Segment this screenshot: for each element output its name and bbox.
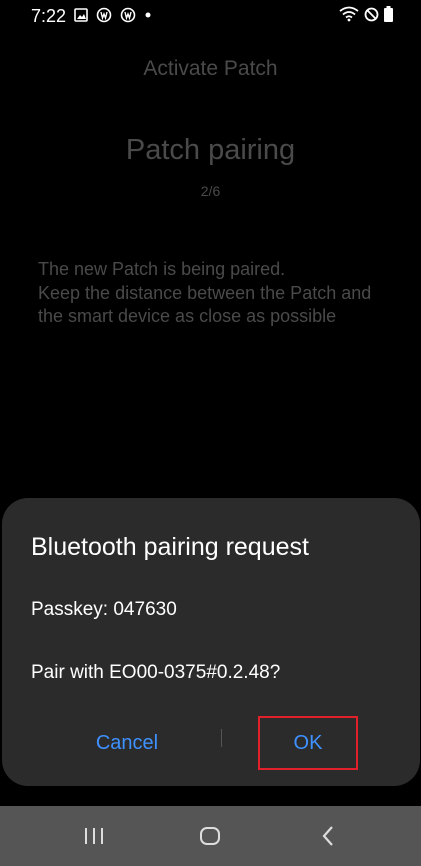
dialog-title: Bluetooth pairing request xyxy=(31,533,309,561)
back-button[interactable] xyxy=(288,806,368,866)
home-icon xyxy=(199,825,221,847)
notification-icons xyxy=(74,7,152,23)
dialog-question: Pair with EO00-0375#0.2.48? xyxy=(31,662,281,683)
app-icon xyxy=(120,7,136,23)
back-icon xyxy=(320,825,336,847)
bluetooth-pairing-dialog: Bluetooth pairing request Passkey: 04763… xyxy=(2,498,420,786)
pairing-instructions: The new Patch is being paired. Keep the … xyxy=(38,259,372,326)
status-time: 7:22 xyxy=(31,6,67,26)
recent-apps-icon xyxy=(83,826,105,846)
app-icon xyxy=(96,7,112,23)
recent-apps-button[interactable] xyxy=(54,806,134,866)
dot-icon xyxy=(144,11,152,19)
battery-icon xyxy=(384,6,393,22)
cancel-button[interactable]: Cancel xyxy=(42,718,212,768)
button-divider xyxy=(221,729,222,747)
wifi-icon xyxy=(339,6,359,22)
navigation-bar xyxy=(0,806,421,866)
step-indicator: 2/6 xyxy=(200,183,221,199)
image-icon xyxy=(74,8,88,22)
do-not-disturb-icon xyxy=(364,7,379,22)
system-icons xyxy=(339,6,393,22)
status-bar: 7:22 xyxy=(0,0,421,32)
page-heading: Patch pairing xyxy=(125,134,296,166)
home-button[interactable] xyxy=(170,806,250,866)
dialog-passkey: Passkey: 047630 xyxy=(31,599,177,620)
ok-button[interactable]: OK xyxy=(258,716,358,770)
app-title: Activate Patch xyxy=(143,57,278,80)
